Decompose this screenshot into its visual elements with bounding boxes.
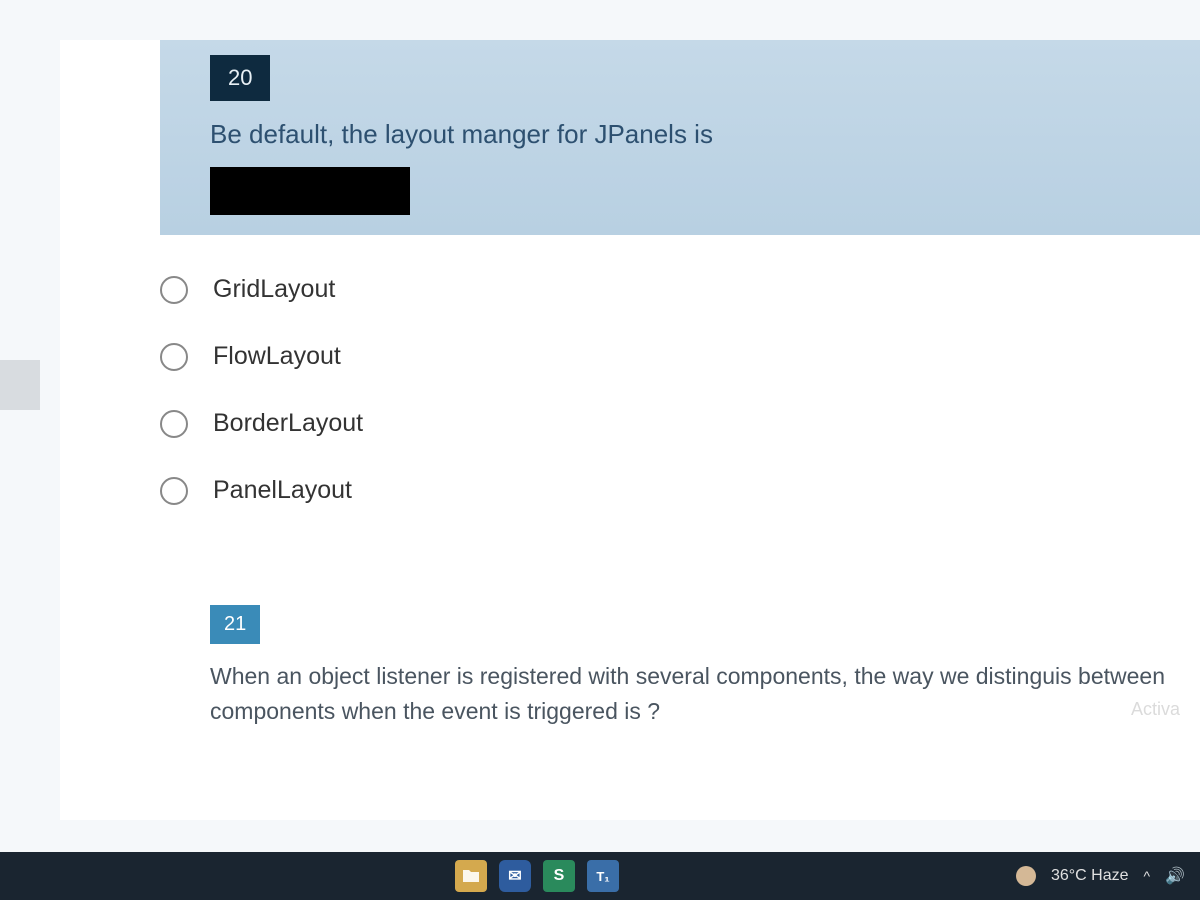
question-text: Be default, the layout manger for JPanel…	[160, 116, 1200, 162]
question-text: When an object listener is registered wi…	[160, 654, 1200, 728]
app-s-icon[interactable]: S	[543, 860, 575, 892]
radio-icon[interactable]	[160, 410, 188, 438]
radio-icon[interactable]	[160, 343, 188, 371]
option-flowlayout[interactable]: FlowLayout	[160, 342, 1200, 371]
option-panellayout[interactable]: PanelLayout	[160, 476, 1200, 505]
option-label: BorderLayout	[213, 409, 363, 438]
mail-icon[interactable]: ✉	[499, 860, 531, 892]
sidebar-stub	[0, 360, 40, 410]
weather-icon[interactable]	[1016, 866, 1036, 886]
radio-icon[interactable]	[160, 477, 188, 505]
weather-text[interactable]: 36°C Haze	[1051, 867, 1129, 885]
option-label: GridLayout	[213, 275, 335, 304]
redacted-blank	[210, 167, 410, 215]
question-header-20: 20 Be default, the layout manger for JPa…	[160, 40, 1200, 235]
question-20: 20 Be default, the layout manger for JPa…	[60, 40, 1200, 505]
question-number-badge: 21	[210, 605, 260, 644]
options-list: GridLayout FlowLayout BorderLayout Panel…	[60, 235, 1200, 505]
activate-windows-watermark: Activa	[1131, 699, 1180, 720]
system-tray: 36°C Haze ^ 🔊	[1016, 866, 1185, 886]
tray-overflow-icon[interactable]: ^	[1144, 868, 1151, 884]
option-label: PanelLayout	[213, 476, 352, 505]
windows-taskbar[interactable]: ✉ S T₁ 36°C Haze ^ 🔊	[0, 852, 1200, 900]
app-t-icon[interactable]: T₁	[587, 860, 619, 892]
sound-icon[interactable]: 🔊	[1165, 866, 1185, 886]
option-borderlayout[interactable]: BorderLayout	[160, 409, 1200, 438]
taskbar-apps: ✉ S T₁	[455, 860, 619, 892]
radio-icon[interactable]	[160, 276, 188, 304]
question-21: 21 When an object listener is registered…	[60, 605, 1200, 728]
option-gridlayout[interactable]: GridLayout	[160, 275, 1200, 304]
file-explorer-icon[interactable]	[455, 860, 487, 892]
quiz-content: 20 Be default, the layout manger for JPa…	[60, 40, 1200, 820]
option-label: FlowLayout	[213, 342, 341, 371]
question-number-badge: 20	[210, 55, 270, 101]
